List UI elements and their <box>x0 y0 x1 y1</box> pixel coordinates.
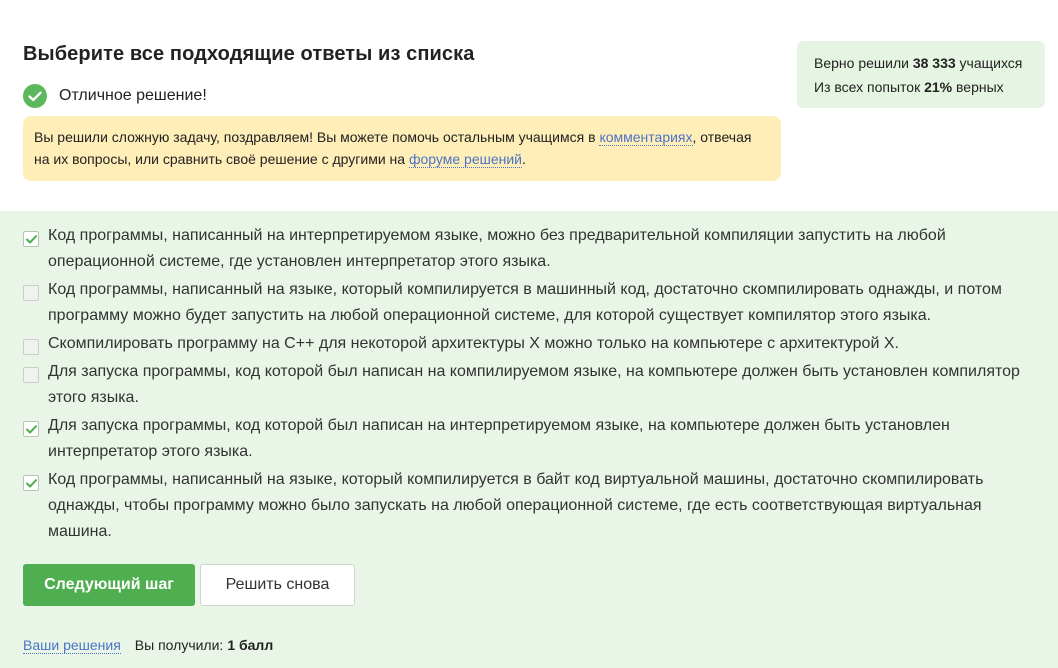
answer-option[interactable]: Код программы, написанный на интерпретир… <box>23 227 1023 275</box>
solved-count: 38 333 <box>912 55 956 71</box>
score-label: Вы получили: <box>134 637 224 653</box>
checkbox-icon[interactable] <box>23 367 39 383</box>
attempts-percent: 21% <box>924 79 953 95</box>
answer-area: Код программы, написанный на интерпретир… <box>0 211 1058 668</box>
answer-option-text: Код программы, написанный на языке, кото… <box>48 281 1002 324</box>
checkbox-checked-icon[interactable] <box>23 231 39 247</box>
checkbox-checked-icon[interactable] <box>23 475 39 491</box>
attempts-line: Из всех попыток 21% верных <box>814 75 1028 99</box>
checkbox-icon[interactable] <box>23 285 39 301</box>
answer-option[interactable]: Скомпилировать программу на C++ для неко… <box>23 335 1023 357</box>
attempts-prefix: Из всех попыток <box>814 79 925 95</box>
checkbox-checked-icon[interactable] <box>23 421 39 437</box>
notice-text-1: Вы решили сложную задачу, поздравляем! В… <box>34 129 600 145</box>
page-title: Выберите все подходящие ответы из списка <box>23 43 475 65</box>
success-message: Отличное решение! <box>59 87 207 104</box>
score-value: 1 балл <box>227 637 274 653</box>
success-check-icon <box>23 84 47 108</box>
attempts-suffix: верных <box>952 79 1004 95</box>
answer-option-text: Для запуска программы, код которой был н… <box>48 363 1020 406</box>
solved-count-line: Верно решили 38 333 учащихся <box>814 51 1028 75</box>
success-status: Отличное решение! <box>23 84 207 108</box>
your-solutions-link[interactable]: Ваши решения <box>23 637 121 654</box>
answer-option-text: Код программы, написанный на языке, кото… <box>48 471 984 540</box>
comments-link[interactable]: комментариях <box>599 129 693 146</box>
checkbox-icon[interactable] <box>23 339 39 355</box>
answer-option-text: Код программы, написанный на интерпретир… <box>48 227 946 270</box>
answer-option[interactable]: Для запуска программы, код которой был н… <box>23 363 1023 411</box>
answer-option[interactable]: Код программы, написанный на языке, кото… <box>23 471 1023 545</box>
answer-option[interactable]: Для запуска программы, код которой был н… <box>23 417 1023 465</box>
notice-text-3: . <box>522 151 526 167</box>
solved-prefix: Верно решили <box>814 55 913 71</box>
answer-option-text: Скомпилировать программу на C++ для неко… <box>48 335 899 352</box>
answer-option[interactable]: Код программы, написанный на языке, кото… <box>23 281 1023 329</box>
footer: Ваши решения Вы получили: 1 балл <box>23 637 273 654</box>
solve-again-button[interactable]: Решить снова <box>200 564 355 606</box>
stats-panel: Верно решили 38 333 учащихся Из всех поп… <box>797 41 1045 108</box>
next-step-button[interactable]: Следующий шаг <box>23 564 195 606</box>
congrats-notice: Вы решили сложную задачу, поздравляем! В… <box>23 116 781 181</box>
answer-option-text: Для запуска программы, код которой был н… <box>48 417 950 460</box>
solutions-forum-link[interactable]: форуме решений <box>408 151 522 168</box>
solved-suffix: учащихся <box>955 55 1023 71</box>
options-list: Код программы, написанный на интерпретир… <box>23 227 1023 551</box>
